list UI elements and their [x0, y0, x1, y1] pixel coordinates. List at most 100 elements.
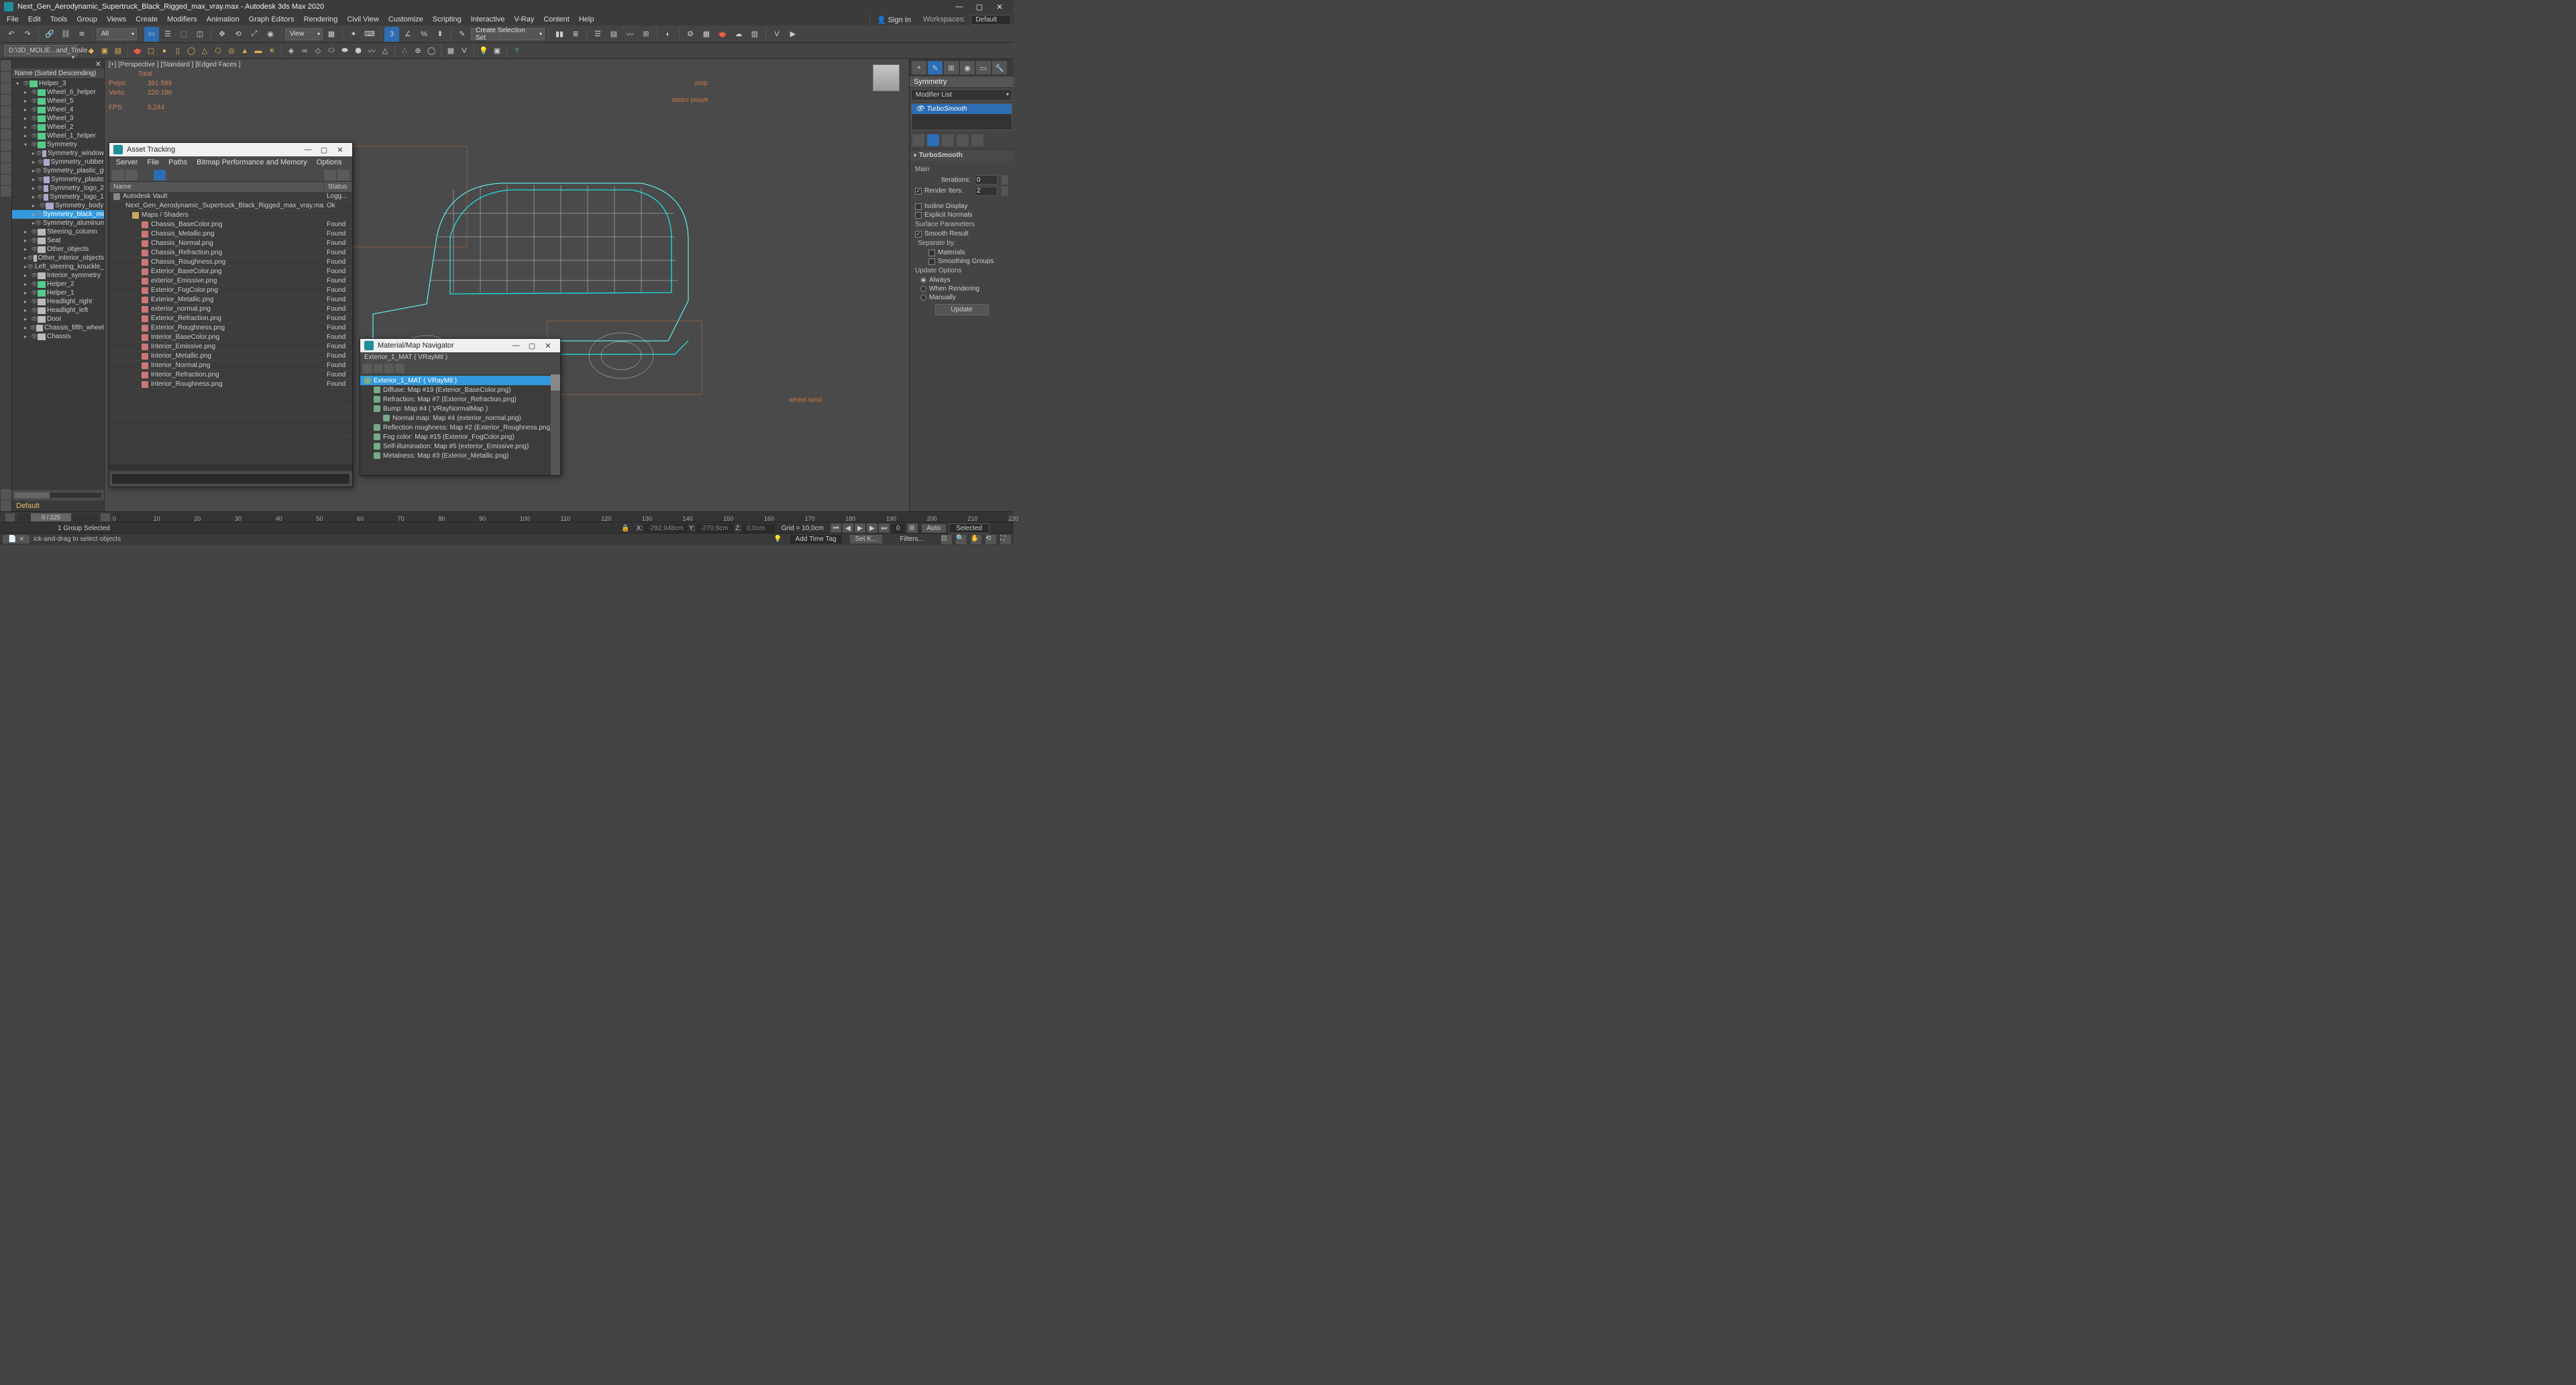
oiltank-icon[interactable]: ⬭: [325, 45, 337, 57]
display-all-button[interactable]: [1, 60, 11, 71]
view-cube[interactable]: [873, 64, 900, 91]
prism-icon[interactable]: △: [379, 45, 391, 57]
time-next-button[interactable]: [101, 513, 110, 521]
scene-item-wheel_3[interactable]: ▸👁Wheel_3: [12, 114, 104, 123]
scene-item-wheel_4[interactable]: ▸👁Wheel_4: [12, 105, 104, 114]
matnav-view2-button[interactable]: [374, 364, 383, 373]
asset-row[interactable]: Interior_Roughness.pngFound: [109, 380, 352, 389]
matnav-view3-button[interactable]: [384, 364, 394, 373]
workspaces-dropdown[interactable]: Default: [971, 15, 1011, 25]
asset-row[interactable]: Next_Gen_Aerodynamic_Supertruck_Black_Ri…: [109, 201, 352, 211]
scene-explorer-close-icon[interactable]: ✕: [95, 60, 101, 68]
material-row[interactable]: Reflection roughness: Map #2 (Exterior_R…: [360, 423, 560, 432]
shapes-icon[interactable]: ◯: [425, 45, 437, 57]
modify-tab[interactable]: ✎: [928, 61, 943, 74]
render-frame-button[interactable]: ▦: [699, 27, 714, 42]
asset-row[interactable]: Maps / Shaders: [109, 211, 352, 220]
render-iters-checkbox[interactable]: ✓: [915, 188, 922, 195]
smooth-result-checkbox[interactable]: ✓: [915, 231, 922, 238]
matnav-maximize-button[interactable]: ▢: [524, 340, 540, 352]
asset-row[interactable]: Chassis_Refraction.pngFound: [109, 248, 352, 258]
ringwave-icon[interactable]: 〰: [366, 45, 378, 57]
menu-file[interactable]: File: [3, 14, 23, 25]
menu-animation[interactable]: Animation: [203, 14, 244, 25]
material-editor-button[interactable]: ◐: [661, 27, 676, 42]
menu-rendering[interactable]: Rendering: [300, 14, 342, 25]
asset-row[interactable]: exterior_Emissive.pngFound: [109, 276, 352, 286]
asset-row[interactable]: Interior_Normal.pngFound: [109, 361, 352, 370]
percent-snap-button[interactable]: %: [417, 27, 431, 42]
zoom-extents-button[interactable]: ⊡: [941, 535, 952, 544]
dialog-minimize-button[interactable]: —: [300, 144, 316, 156]
chamfer-icon[interactable]: ◇: [312, 45, 324, 57]
coord-y[interactable]: -270,6cm: [696, 524, 734, 533]
asset-row[interactable]: Chassis_Roughness.pngFound: [109, 258, 352, 267]
material-row[interactable]: Metalness: Map #3 (Exterior_Metallic.png…: [360, 451, 560, 460]
matnav-close-button[interactable]: ✕: [540, 340, 556, 352]
update-rendering-radio[interactable]: When Rendering: [915, 285, 1008, 293]
selection-filter-dropdown[interactable]: All: [97, 28, 137, 40]
matnav-vscroll[interactable]: [551, 374, 560, 475]
asset-menu-file[interactable]: File: [143, 157, 163, 168]
cone-icon[interactable]: △: [199, 45, 211, 57]
menu-create[interactable]: Create: [131, 14, 162, 25]
time-slider-handle[interactable]: 0 / 225: [31, 513, 71, 521]
menu-help[interactable]: Help: [575, 14, 598, 25]
configure-sets-button[interactable]: [971, 134, 983, 146]
menu-customize[interactable]: Customize: [384, 14, 427, 25]
scene-explorer-hscroll[interactable]: [14, 492, 102, 499]
link-button[interactable]: 🔗: [42, 27, 57, 42]
material-row[interactable]: Bump: Map #4 ( VRayNormalMap ): [360, 404, 560, 413]
asset-row[interactable]: Autodesk VaultLogg...: [109, 192, 352, 201]
menu-civil-view[interactable]: Civil View: [343, 14, 382, 25]
asset-row[interactable]: Exterior_Refraction.pngFound: [109, 314, 352, 323]
scene-item-symmetry_rubber[interactable]: ▸👁Symmetry_rubber: [12, 158, 104, 166]
edit-selection-set-button[interactable]: ✎: [455, 27, 470, 42]
asset-tree-button[interactable]: [324, 170, 336, 181]
asset-menu-paths[interactable]: Paths: [164, 157, 191, 168]
modifier-list-dropdown[interactable]: Modifier List: [911, 89, 1012, 101]
minimize-button[interactable]: —: [955, 2, 964, 11]
matnav-tree[interactable]: Exterior_1_MAT ( VRayMtl )Diffuse: Map #…: [360, 374, 560, 475]
selection-set-dropdown[interactable]: Create Selection Set: [471, 28, 545, 40]
scene-item-steering_column[interactable]: ▸👁Steering_column: [12, 227, 104, 236]
update-button[interactable]: Update: [935, 304, 989, 315]
ref-coord-dropdown[interactable]: View: [285, 28, 323, 40]
modifier-stack[interactable]: 👁TurboSmooth: [911, 103, 1012, 130]
display-shapes-button[interactable]: [1, 83, 11, 94]
scene-item-symmetry[interactable]: ▾👁Symmetry: [12, 140, 104, 149]
setkey-button[interactable]: Set K...: [850, 535, 883, 544]
layers-button[interactable]: ▤: [112, 45, 124, 57]
asset-row[interactable]: Chassis_Metallic.pngFound: [109, 229, 352, 239]
menu-views[interactable]: Views: [103, 14, 130, 25]
scene-item-other_interior_objects[interactable]: ▸👁Other_interior_objects: [12, 254, 104, 262]
scene-item-wheel_6_helper[interactable]: ▸👁Wheel_6_helper: [12, 88, 104, 97]
keyfilter-dropdown[interactable]: Selected: [949, 523, 989, 533]
menu-tools[interactable]: Tools: [46, 14, 72, 25]
sphere-icon[interactable]: ●: [158, 45, 170, 57]
maxscript-tab-close-icon[interactable]: ✕: [19, 535, 24, 543]
maxscript-tab[interactable]: 📄 ✕: [3, 535, 30, 544]
asset-tracking-dialog[interactable]: Asset Tracking — ▢ ✕ ServerFilePathsBitm…: [109, 142, 353, 487]
curve-editor-button[interactable]: 〰: [623, 27, 637, 42]
render-preset-icon[interactable]: ▦: [445, 45, 457, 57]
spinner-snap-button[interactable]: ⬍: [433, 27, 447, 42]
scene-item-chassis_fifth_wheel[interactable]: ▸👁Chassis_fifth_wheel: [12, 323, 104, 332]
eye-icon[interactable]: 👁: [916, 105, 924, 113]
menu-graph-editors[interactable]: Graph Editors: [245, 14, 299, 25]
maximize-button[interactable]: ▢: [975, 2, 984, 11]
snap-toggle-button[interactable]: 3: [384, 27, 399, 42]
matnav-view1-button[interactable]: [363, 364, 372, 373]
update-manually-radio[interactable]: Manually: [915, 294, 1008, 301]
menu-group[interactable]: Group: [72, 14, 101, 25]
material-navigator-dialog[interactable]: Material/Map Navigator — ▢ ✕ Exterior_1_…: [360, 338, 561, 476]
material-row[interactable]: Diffuse: Map #19 (Exterior_BaseColor.png…: [360, 385, 560, 395]
scene-item-symmetry_logo_1[interactable]: ▸👁Symmetry_logo_1: [12, 193, 104, 201]
cylinder-icon[interactable]: ▯: [172, 45, 184, 57]
asset-row[interactable]: Interior_Metallic.pngFound: [109, 352, 352, 361]
display-cameras-button[interactable]: [1, 106, 11, 117]
move-button[interactable]: ✥: [215, 27, 229, 42]
scene-explorer-header[interactable]: Name (Sorted Descending): [12, 68, 104, 79]
scene-item-helper_2[interactable]: ▸👁Helper_2: [12, 280, 104, 289]
rotate-button[interactable]: ⟲: [231, 27, 246, 42]
